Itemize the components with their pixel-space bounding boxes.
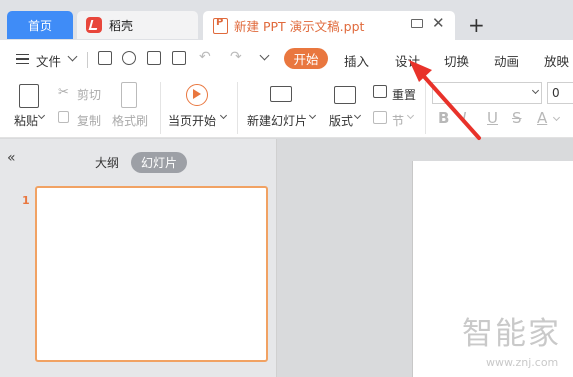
save-icon[interactable]	[98, 51, 112, 65]
underline-icon[interactable]: U	[487, 109, 498, 127]
tab-outline[interactable]: 大纲	[95, 154, 119, 171]
tab-slides[interactable]: 幻灯片	[131, 152, 187, 173]
paste-icon[interactable]	[19, 84, 39, 108]
tab-document[interactable]: 新建 PPT 演示文稿.ppt ✕	[203, 11, 455, 40]
menu-design[interactable]: 设计	[395, 51, 420, 70]
new-slide-icon[interactable]	[270, 86, 292, 102]
hamburger-menu-icon[interactable]	[16, 54, 29, 64]
collapse-panel-icon[interactable]: «	[7, 150, 16, 166]
slide-thumbnail[interactable]	[35, 186, 268, 362]
menu-insert[interactable]: 插入	[344, 51, 369, 70]
chevron-down-icon[interactable]	[353, 111, 362, 120]
chevron-down-icon[interactable]	[552, 113, 561, 122]
tab-home[interactable]: 首页	[7, 11, 73, 39]
play-from-current-button[interactable]: 当页开始	[168, 112, 216, 129]
close-icon[interactable]: ✕	[432, 14, 445, 32]
divider	[160, 82, 161, 134]
menu-start-label: 开始	[293, 52, 319, 67]
new-tab-button[interactable]: +	[468, 13, 485, 37]
menu-transition[interactable]: 切换	[444, 51, 469, 70]
docer-logo-icon	[86, 17, 102, 33]
format-painter-button[interactable]: 格式刷	[112, 112, 148, 129]
window-pin-icon[interactable]	[411, 19, 423, 28]
font-size-select[interactable]: 0	[547, 82, 573, 104]
menu-animation[interactable]: 动画	[494, 51, 519, 70]
undo-icon[interactable]: ↶	[199, 49, 211, 65]
layout-icon[interactable]	[334, 86, 356, 104]
paste-button[interactable]: 粘贴	[14, 112, 38, 129]
ribbon-toolbar: 粘贴 ✂ 剪切 复制 格式刷 当页开始 新建幻灯片 版式 重置 节 0 B I …	[0, 76, 573, 138]
font-family-select[interactable]	[432, 82, 542, 104]
section-icon	[373, 111, 387, 124]
menu-slideshow[interactable]: 放映	[544, 51, 569, 70]
section-button[interactable]: 节	[392, 112, 404, 129]
tab-home-label: 首页	[27, 18, 52, 33]
paste-dropdown-icon[interactable]	[37, 111, 46, 120]
divider	[425, 82, 426, 134]
menu-start[interactable]: 开始	[284, 48, 328, 69]
tab-docer[interactable]: 稻壳	[77, 11, 198, 39]
tab-docer-label: 稻壳	[109, 18, 134, 33]
menu-file[interactable]: 文件	[36, 51, 61, 70]
divider	[87, 52, 88, 68]
chevron-down-icon[interactable]	[67, 51, 78, 62]
watermark-url: www.znj.com	[486, 356, 559, 369]
quick-access-more-icon[interactable]	[259, 50, 270, 61]
watermark-logo: 智能家	[462, 316, 561, 352]
format-painter-icon	[121, 82, 137, 108]
scissors-icon: ✂	[58, 85, 69, 100]
copy-button[interactable]: 复制	[77, 112, 101, 129]
menu-bar: 文件 ↶ ↷ 开始 插入 设计 切换 动画 放映	[0, 40, 573, 76]
chevron-down-icon[interactable]	[308, 111, 317, 120]
reset-button[interactable]: 重置	[392, 86, 416, 103]
reset-icon[interactable]	[373, 85, 387, 98]
layout-button[interactable]: 版式	[329, 112, 353, 129]
divider	[237, 82, 238, 134]
tab-bar: 首页 稻壳 新建 PPT 演示文稿.ppt ✕ +	[0, 0, 573, 40]
tab-document-label: 新建 PPT 演示文稿.ppt	[234, 19, 365, 34]
copy-icon	[58, 111, 69, 123]
chevron-down-icon[interactable]	[406, 111, 415, 120]
cut-button[interactable]: 剪切	[77, 86, 101, 103]
print-preview-icon[interactable]	[172, 51, 186, 65]
font-size-value: 0	[552, 86, 560, 100]
redo-icon[interactable]: ↷	[230, 49, 242, 65]
new-slide-button[interactable]: 新建幻灯片	[247, 112, 307, 129]
italic-icon[interactable]: I	[462, 109, 466, 127]
chevron-down-icon[interactable]	[219, 111, 228, 120]
tab-slides-label: 幻灯片	[140, 156, 177, 170]
font-color-icon[interactable]: A	[537, 109, 547, 127]
slide-number: 1	[22, 194, 30, 207]
ppt-file-icon	[213, 17, 228, 34]
export-icon[interactable]	[122, 51, 136, 65]
strikethrough-icon[interactable]: S	[512, 109, 522, 127]
bold-icon[interactable]: B	[438, 109, 449, 127]
print-icon[interactable]	[147, 51, 161, 65]
play-icon[interactable]	[186, 84, 208, 106]
